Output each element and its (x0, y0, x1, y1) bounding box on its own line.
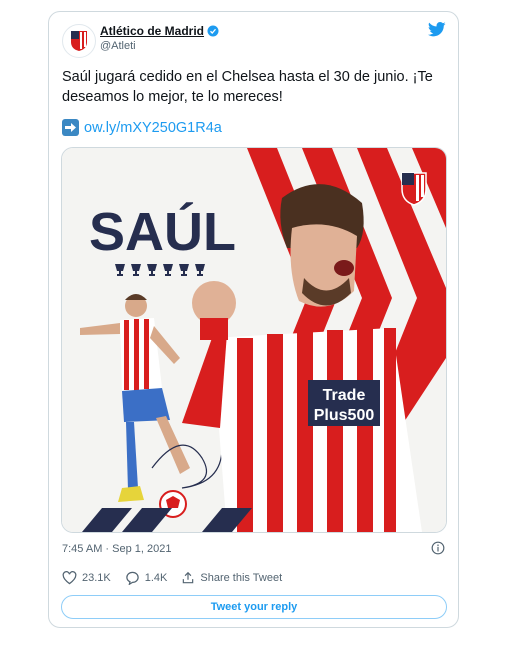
share-label: Share this Tweet (200, 572, 283, 584)
reply-count: 1.4K (144, 572, 168, 584)
avatar[interactable] (62, 24, 96, 58)
like-count: 23.1K (82, 572, 111, 584)
media-headline: SAÚL (89, 202, 236, 262)
tweet-timestamp[interactable]: 7:45 AM · Sep 1, 2021 (62, 543, 171, 555)
info-icon[interactable] (431, 541, 445, 560)
tweet-link-row: ow.ly/mXY250G1R4a (62, 119, 222, 136)
club-crest-icon (71, 31, 87, 51)
tweet-card: Atlético de Madrid @Atleti Saúl jugará c… (48, 11, 459, 628)
saul-announcement-graphic: SAÚL Trade Plus500 (62, 148, 446, 532)
tweet-link[interactable]: ow.ly/mXY250G1R4a (84, 120, 222, 136)
share-action[interactable]: Share this Tweet (181, 571, 282, 585)
heart-icon (62, 571, 77, 585)
display-name[interactable]: Atlético de Madrid (100, 24, 204, 38)
sponsor-line1: Trade (323, 387, 366, 404)
like-action[interactable]: 23.1K (62, 571, 111, 585)
club-crest-icon (401, 172, 427, 206)
twitter-bird-icon[interactable] (427, 22, 446, 42)
tweet-actions: 23.1K 1.4K Share this Tweet (62, 571, 296, 585)
share-icon (183, 571, 194, 584)
author-name-row[interactable]: Atlético de Madrid (100, 24, 219, 38)
author-handle[interactable]: @Atleti (100, 40, 136, 52)
tweet-media-image[interactable]: SAÚL Trade Plus500 (61, 147, 447, 533)
reply-icon (125, 571, 139, 585)
reply-action[interactable]: 1.4K (125, 571, 168, 585)
tweet-text: Saúl jugará cedido en el Chelsea hasta e… (62, 69, 433, 105)
verified-badge-icon (207, 25, 219, 37)
tweet-reply-button[interactable]: Tweet your reply (61, 595, 447, 619)
sponsor-line2: Plus500 (314, 407, 375, 424)
right-arrow-icon (62, 119, 79, 136)
